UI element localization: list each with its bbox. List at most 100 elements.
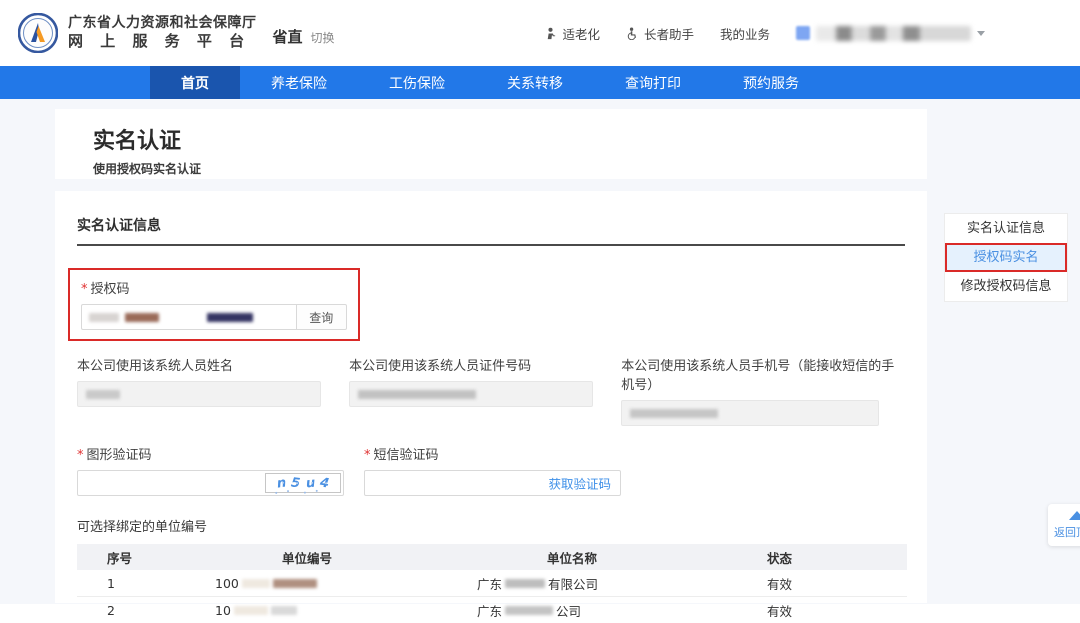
region-switch-link[interactable]: 切换 xyxy=(311,29,335,46)
avatar xyxy=(796,26,810,40)
redacted-auth-code xyxy=(207,313,253,322)
redacted-person-name xyxy=(86,390,120,399)
sms-code-label: 短信验证码 xyxy=(374,448,439,463)
col-header-status: 状态 xyxy=(737,548,907,567)
table-row: 2 10 广东 公司 有效 xyxy=(77,597,907,623)
redacted-auth-code xyxy=(89,313,119,322)
captcha-label: 图形验证码 xyxy=(87,448,152,463)
main-nav: 首页 养老保险 工伤保险 关系转移 查询打印 预约服务 xyxy=(0,66,1080,99)
back-to-top-button[interactable]: 返回顶部 xyxy=(1048,504,1080,546)
auth-code-label-row: *授权码 xyxy=(81,278,347,297)
person-phone-field: 本公司使用该系统人员手机号（能接收短信的手机号） xyxy=(621,355,905,426)
captcha-field: *图形验证码 n 5 u 4 xyxy=(77,444,344,496)
table-header-row: 序号 单位编号 单位名称 状态 xyxy=(77,544,907,570)
nav-tab-injury[interactable]: 工伤保险 xyxy=(358,66,476,99)
side-item-realname-info[interactable]: 实名认证信息 xyxy=(945,214,1067,243)
my-business-link[interactable]: 我的业务 xyxy=(720,24,770,43)
redacted-unit-name xyxy=(505,606,553,615)
elderly-mode-icon xyxy=(544,27,557,40)
person-phone-label: 本公司使用该系统人员手机号（能接收短信的手机号） xyxy=(621,355,905,393)
nav-tab-query-print[interactable]: 查询打印 xyxy=(594,66,712,99)
captcha-input[interactable]: n 5 u 4 xyxy=(77,470,344,496)
page-area: 实名认证 使用授权码实名认证 实名认证信息 *授权码 xyxy=(0,99,1080,604)
query-button[interactable]: 查询 xyxy=(296,304,347,330)
side-item-authcode-realname[interactable]: 授权码实名 xyxy=(945,243,1067,272)
person-fields-row: 本公司使用该系统人员姓名 本公司使用该系统人员证件号码 本公司使用该系统人员手机… xyxy=(77,355,905,426)
elder-assist-link[interactable]: 长者助手 xyxy=(626,24,694,43)
unit-no-visible: 100 xyxy=(215,576,239,591)
username-redacted xyxy=(816,26,971,41)
top-header: 广东省人力资源和社会保障厅 网 上 服 务 平 台 省直 切换 适老化 长者助手 xyxy=(0,0,1080,66)
header-links: 适老化 长者助手 我的业务 xyxy=(544,24,985,43)
cell-unit-no: 10 xyxy=(207,603,467,618)
cell-seq: 2 xyxy=(77,603,207,618)
nav-tab-pension[interactable]: 养老保险 xyxy=(240,66,358,99)
required-asterisk: * xyxy=(364,448,371,463)
person-phone-input xyxy=(621,400,879,426)
required-asterisk: * xyxy=(77,448,84,463)
unit-no-visible: 10 xyxy=(215,603,231,618)
page-title: 实名认证 xyxy=(93,123,927,155)
redacted-person-id xyxy=(358,390,476,399)
wheelchair-icon xyxy=(626,27,639,40)
col-header-unit-no: 单位编号 xyxy=(207,548,467,567)
captcha-char: 4 xyxy=(319,475,330,491)
person-name-label: 本公司使用该系统人员姓名 xyxy=(77,355,321,374)
captcha-image[interactable]: n 5 u 4 xyxy=(265,473,341,493)
auth-code-label: 授权码 xyxy=(91,282,130,297)
elderly-mode-link[interactable]: 适老化 xyxy=(544,24,600,43)
verification-row: *图形验证码 n 5 u 4 *短信 xyxy=(77,444,905,496)
required-asterisk: * xyxy=(81,282,88,297)
table-caption: 可选择绑定的单位编号 xyxy=(77,516,905,535)
org-name: 广东省人力资源和社会保障厅 xyxy=(68,15,257,33)
region-label: 省直 xyxy=(273,26,303,47)
my-business-label: 我的业务 xyxy=(720,24,770,43)
sms-label-row: *短信验证码 xyxy=(364,444,621,463)
redacted-unit-no xyxy=(271,606,297,615)
sms-code-input[interactable]: 获取验证码 xyxy=(364,470,621,496)
col-header-seq: 序号 xyxy=(77,548,207,567)
platform-name: 网 上 服 务 平 台 xyxy=(68,32,257,51)
arrow-up-icon xyxy=(1069,511,1080,520)
nav-tab-appointment[interactable]: 预约服务 xyxy=(712,66,830,99)
redacted-person-phone xyxy=(630,409,718,418)
person-name-field: 本公司使用该系统人员姓名 xyxy=(77,355,321,426)
cell-seq: 1 xyxy=(77,576,207,591)
cell-unit-name: 广东 公司 xyxy=(467,601,737,620)
auth-code-input[interactable] xyxy=(81,304,296,330)
back-to-top-label: 返回顶部 xyxy=(1048,524,1080,540)
content-column: 实名认证 使用授权码实名认证 实名认证信息 *授权码 xyxy=(55,109,927,603)
auth-code-row: 查询 xyxy=(81,304,347,330)
redacted-unit-no xyxy=(242,579,270,588)
person-name-input xyxy=(77,381,321,407)
redacted-unit-no xyxy=(273,579,317,588)
section-title: 实名认证信息 xyxy=(77,215,905,246)
col-header-unit-name: 单位名称 xyxy=(467,548,737,567)
redacted-auth-code xyxy=(125,313,159,322)
side-item-modify-authcode[interactable]: 修改授权码信息 xyxy=(945,272,1067,301)
redacted-unit-no xyxy=(234,606,268,615)
captcha-char: 5 xyxy=(291,475,302,491)
form-card: 实名认证信息 *授权码 查询 xyxy=(55,191,927,603)
unit-name-prefix: 广东 xyxy=(477,574,502,593)
sms-code-field: *短信验证码 获取验证码 xyxy=(364,444,621,496)
elder-assist-label: 长者助手 xyxy=(644,24,694,43)
annotation-box-auth-code: *授权码 查询 xyxy=(68,268,360,341)
chevron-down-icon xyxy=(977,31,985,36)
region-wrap: 省直 切换 xyxy=(273,26,335,47)
unit-name-suffix: 公司 xyxy=(556,601,581,620)
redacted-unit-name xyxy=(505,579,545,588)
get-sms-code-link[interactable]: 获取验证码 xyxy=(548,474,611,493)
table-row: 1 100 广东 有限公司 有效 xyxy=(77,570,907,597)
nav-tab-home[interactable]: 首页 xyxy=(150,66,240,99)
unit-name-prefix: 广东 xyxy=(477,601,502,620)
person-id-input xyxy=(349,381,593,407)
cell-unit-no: 100 xyxy=(207,576,467,591)
title-card: 实名认证 使用授权码实名认证 xyxy=(55,109,927,179)
nav-tab-transfer[interactable]: 关系转移 xyxy=(476,66,594,99)
gov-logo-icon xyxy=(18,13,58,53)
brand: 广东省人力资源和社会保障厅 网 上 服 务 平 台 xyxy=(68,15,257,51)
page: 广东省人力资源和社会保障厅 网 上 服 务 平 台 省直 切换 适老化 长者助手 xyxy=(0,0,1080,623)
page-subtitle: 使用授权码实名认证 xyxy=(93,160,927,177)
user-menu[interactable] xyxy=(796,26,985,41)
